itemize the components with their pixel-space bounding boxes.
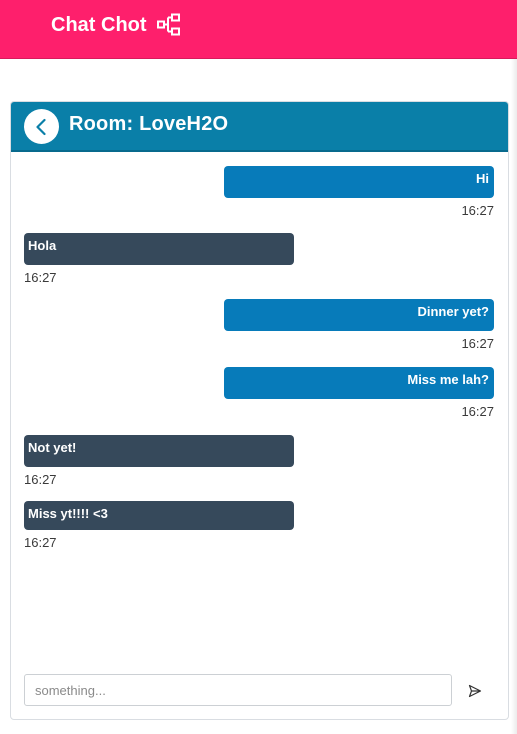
send-button[interactable] xyxy=(466,682,484,700)
chevron-left-icon xyxy=(35,118,46,135)
message-item: Miss yt!!!! <3 16:27 xyxy=(24,501,294,550)
network-icon xyxy=(156,13,181,37)
message-time: 16:27 xyxy=(461,404,494,419)
message-item: Not yet! 16:27 xyxy=(24,435,294,487)
app-title: Chat Chot xyxy=(51,13,147,36)
message-input[interactable] xyxy=(24,674,452,706)
message-time: 16:27 xyxy=(461,336,494,351)
message-bubble: Miss me lah? xyxy=(224,367,494,399)
message-bubble: Miss yt!!!! <3 xyxy=(24,501,294,530)
chat-room-panel: Room: LoveH2O Hi 16:27 Hola 16:27 Dinner… xyxy=(10,101,509,720)
message-list[interactable]: Hi 16:27 Hola 16:27 Dinner yet? 16:27 Mi… xyxy=(11,152,508,662)
message-time: 16:27 xyxy=(461,203,494,218)
app-bar: Chat Chot xyxy=(0,0,517,59)
send-icon xyxy=(468,684,482,698)
message-item: Dinner yet? 16:27 xyxy=(224,299,494,351)
message-bubble: Not yet! xyxy=(24,435,294,467)
back-button[interactable] xyxy=(24,109,59,144)
scroll-shadow xyxy=(511,59,517,734)
message-time: 16:27 xyxy=(24,535,57,550)
message-time: 16:27 xyxy=(24,270,57,285)
message-bubble: Hola xyxy=(24,233,294,265)
message-item: Miss me lah? 16:27 xyxy=(224,367,494,419)
message-item: Hi 16:27 xyxy=(224,166,494,218)
room-title: Room: LoveH2O xyxy=(69,113,229,135)
message-bubble: Hi xyxy=(224,166,494,198)
room-header: Room: LoveH2O xyxy=(11,102,508,152)
brand[interactable]: Chat Chot xyxy=(51,12,181,38)
message-bubble: Dinner yet? xyxy=(224,299,494,331)
message-item: Hola 16:27 xyxy=(24,233,294,285)
message-time: 16:27 xyxy=(24,472,57,487)
